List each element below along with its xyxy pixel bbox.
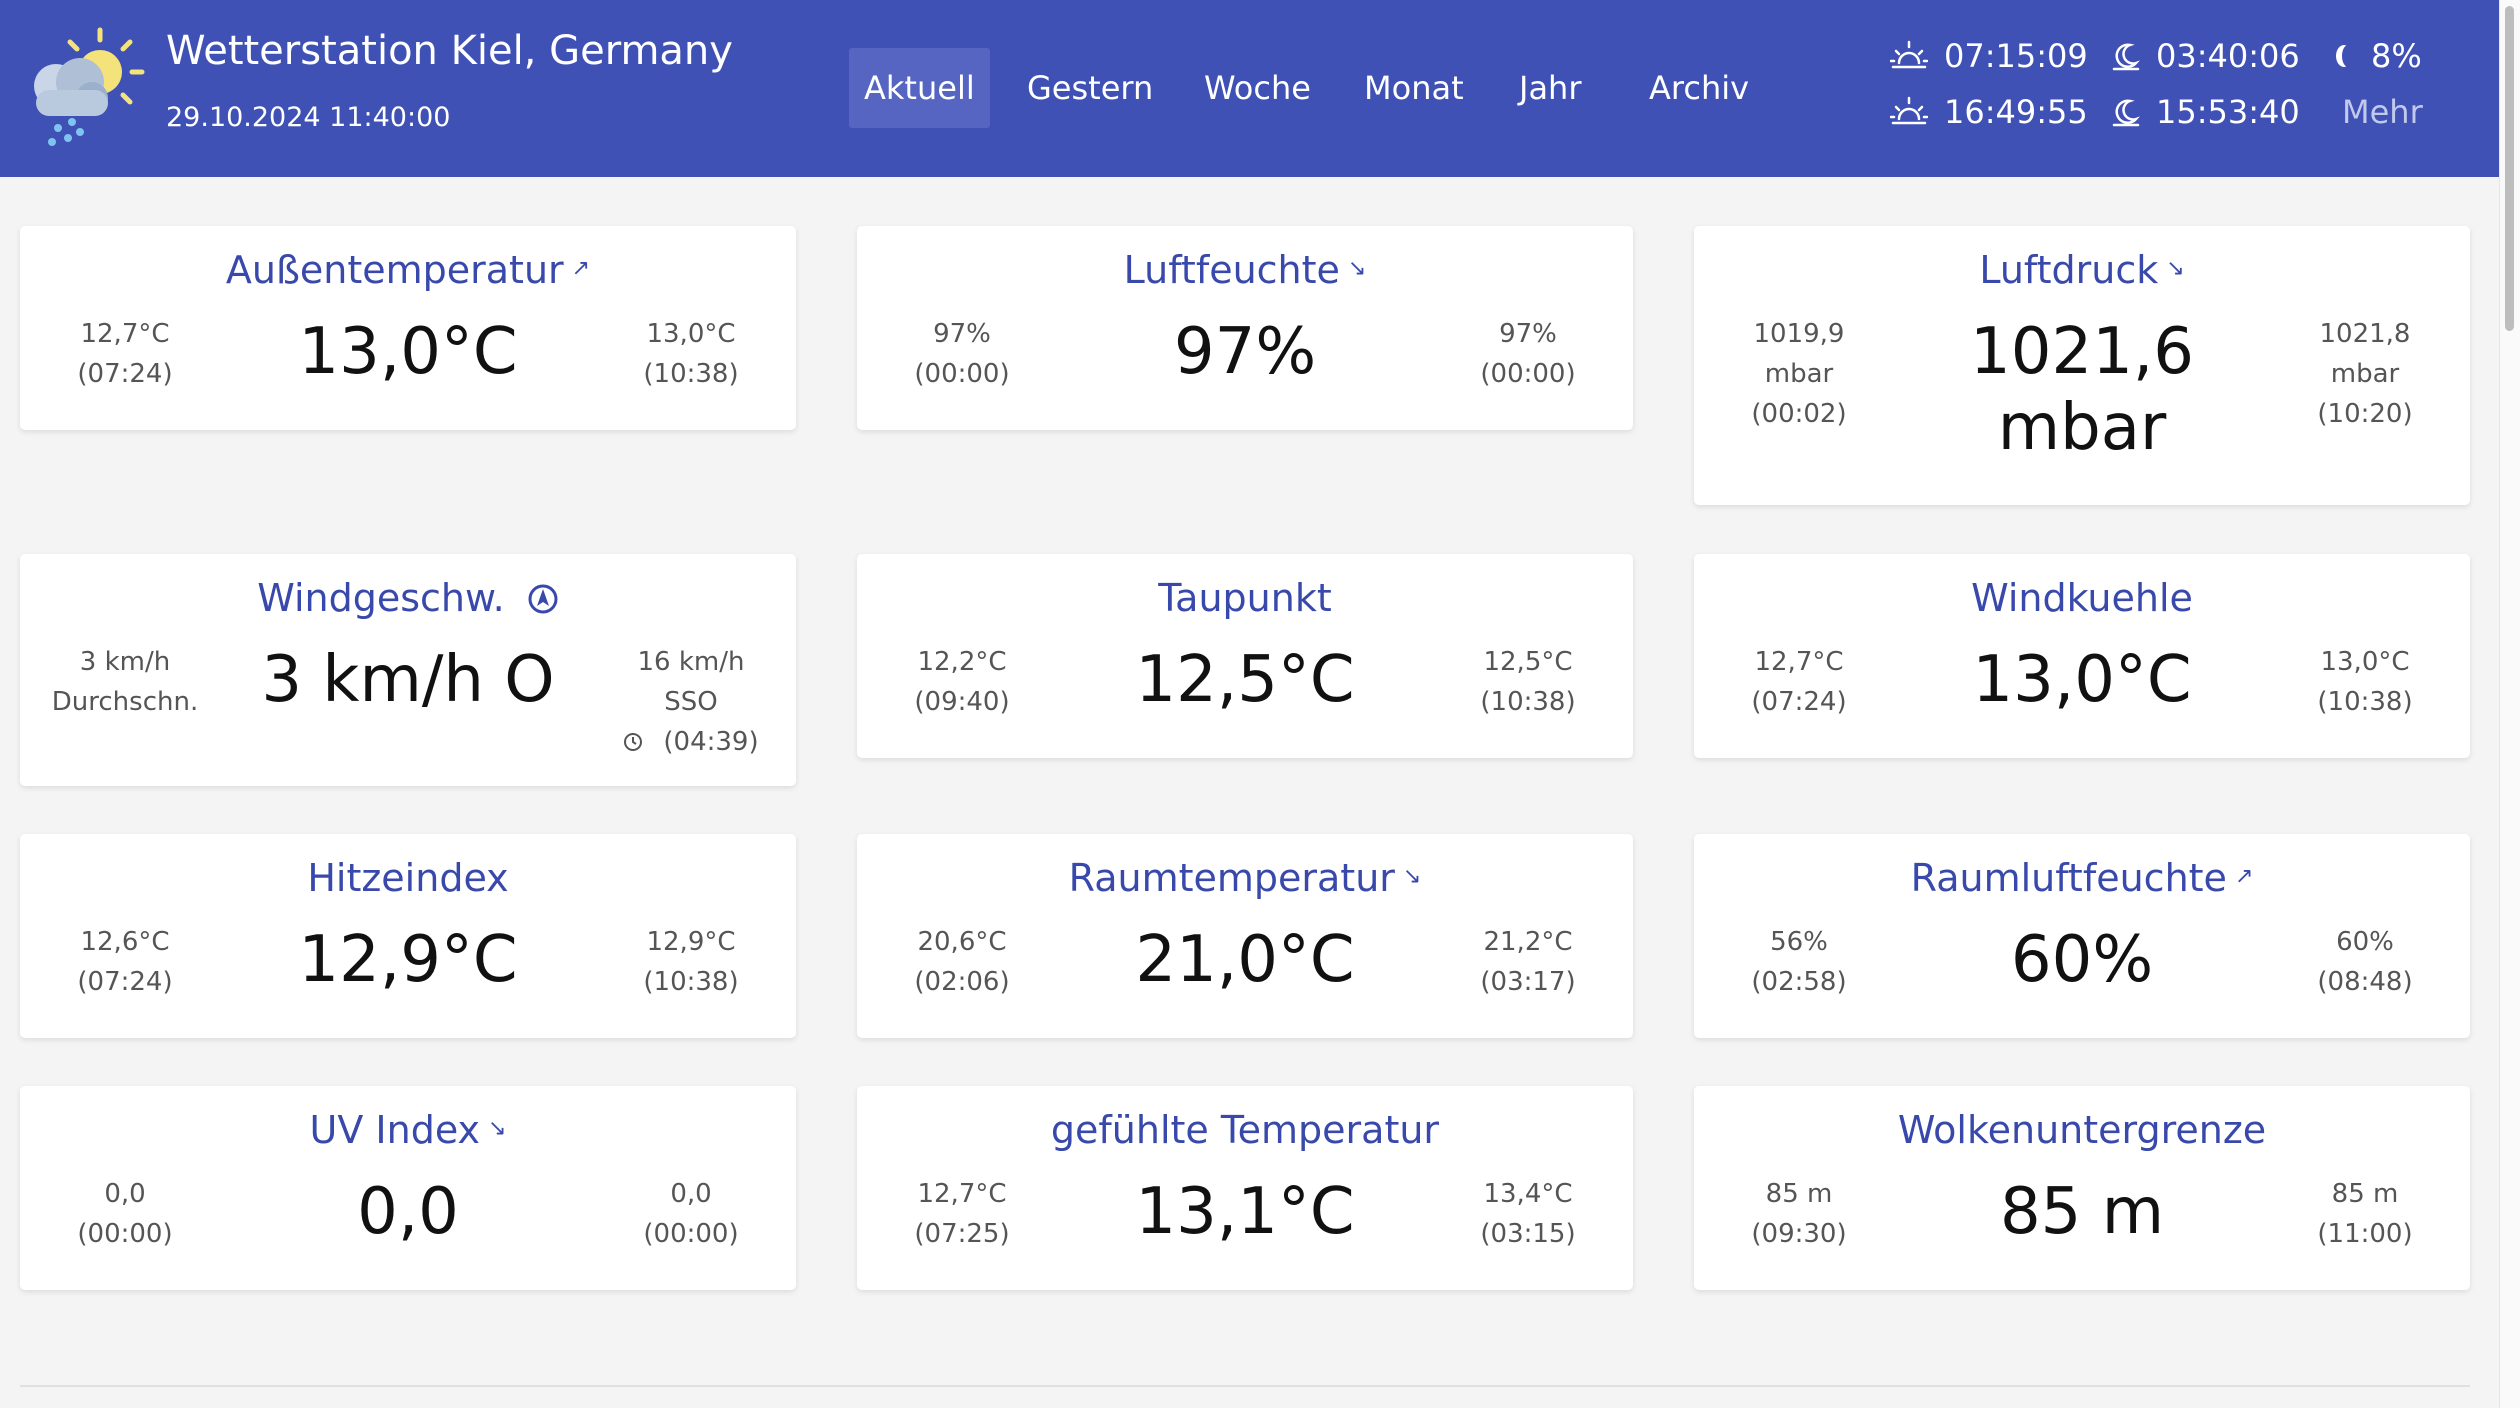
trend-down-icon: ↘ xyxy=(488,1116,507,1141)
trend-down-icon: ↘ xyxy=(1347,256,1367,281)
card-feels-like: gefühlte Temperatur 13,1°C 12,7°C (07:25)… xyxy=(857,1086,1633,1290)
nav-monat[interactable]: Monat xyxy=(1364,48,1464,128)
card-room-humidity: Raumluftfeuchte ↗ 60% 56% (02:58) 60% (08:4… xyxy=(1694,834,2470,1038)
card-average: 3 km/h Durchschn. xyxy=(51,647,199,717)
card-min: 97% (00:00) xyxy=(914,319,1010,389)
card-min: 12,7°C (07:24) xyxy=(1751,647,1847,717)
nav-archiv[interactable]: Archiv xyxy=(1649,48,1749,128)
nav-gestern[interactable]: Gestern xyxy=(1027,48,1153,128)
card-title: Hitzeindex xyxy=(307,856,509,900)
card-max: 16 km/h SSO (04:39) xyxy=(596,642,786,762)
card-heat-index: Hitzeindex 12,9°C 12,6°C (07:24) 12,9°C (1… xyxy=(20,834,796,1038)
card-title: Luftfeuchte ↘ xyxy=(1123,248,1367,292)
trend-up-icon: ↗ xyxy=(571,256,591,281)
moonrise: 03:40:06 xyxy=(2112,37,2300,75)
card-max: 13,0°C (10:38) xyxy=(643,319,739,389)
card-title: Luftdruck ↘ xyxy=(1979,248,2185,292)
moon-phase-value: 8% xyxy=(2371,37,2422,75)
moonset-icon xyxy=(2112,99,2140,127)
card-max: 0,0 (00:00) xyxy=(643,1179,739,1249)
card-cloud-base: Wolkenuntergrenze 85 m 85 m (09:30) 85 m(… xyxy=(1694,1086,2470,1290)
card-min: 0,0 (00:00) xyxy=(77,1179,173,1249)
trend-up-icon: ↗ xyxy=(2234,864,2254,889)
station-title: Wetterstation Kiel, Germany xyxy=(166,28,733,74)
compass-icon xyxy=(528,584,558,614)
scrollbar[interactable] xyxy=(2499,0,2520,1408)
card-title: UV Index ↘ xyxy=(309,1108,507,1152)
nav-aktuell[interactable]: Aktuell xyxy=(849,48,990,128)
card-air-pressure: Luftdruck ↘ 1021,6 mbar 1019,9 mbar (00:02) … xyxy=(1694,226,2470,505)
clock-icon xyxy=(624,733,643,751)
top-header: Wetterstation Kiel, Germany 29.10.2024 1… xyxy=(0,0,2500,177)
card-max: 12,9°C (10:38) xyxy=(643,927,739,997)
card-title: Windgeschw. xyxy=(20,576,796,620)
moon-phase: 8% xyxy=(2333,37,2422,75)
nav-jahr[interactable]: Jahr xyxy=(1519,48,1581,128)
card-outdoor-temperature: Außentemperatur ↗ 13,0°C 12,7°C (07:24) 13… xyxy=(20,226,796,430)
card-min: 85 m (09:30) xyxy=(1751,1179,1847,1249)
card-title: Raumtemperatur ↘ xyxy=(1068,856,1422,900)
card-max: 12,5°C (10:38) xyxy=(1480,647,1576,717)
card-title: Windkuehle xyxy=(1971,576,2193,620)
sunrise-icon xyxy=(1890,40,1928,69)
card-title: Wolkenuntergrenze xyxy=(1897,1108,2267,1152)
card-max: 13,4°C (03:15) xyxy=(1480,1179,1576,1249)
card-min: 12,7°C (07:24) xyxy=(77,319,173,389)
card-max: 60% (08:48) xyxy=(2317,927,2413,997)
divider xyxy=(20,1385,2470,1387)
cloud-sun-rain-icon xyxy=(34,27,145,146)
card-max: 85 m (11:00) xyxy=(2317,1179,2413,1249)
card-min: 1019,9 mbar (00:02) xyxy=(1751,319,1847,429)
card-wind-chill: Windkuehle 13,0°C 12,7°C (07:24) 13,0°C (1… xyxy=(1694,554,2470,758)
card-max: 1021,8 mbar (10:20) xyxy=(2317,319,2413,429)
sunset-icon xyxy=(1890,96,1928,125)
card-max: 21,2°C (03:17) xyxy=(1480,927,1576,997)
sunset: 16:49:55 xyxy=(1890,93,2088,131)
sunrise-time: 07:15:09 xyxy=(1944,37,2088,75)
scrollbar-thumb[interactable] xyxy=(2505,6,2514,331)
card-min: 56% (02:58) xyxy=(1751,927,1847,997)
trend-down-icon: ↘ xyxy=(1402,864,1422,889)
card-dew-point: Taupunkt 12,5°C 12,2°C (09:40) 12,5°C (10:… xyxy=(857,554,1633,758)
sunrise: 07:15:09 xyxy=(1890,37,2088,75)
sunset-time: 16:49:55 xyxy=(1944,93,2088,131)
station-datetime: 29.10.2024 11:40:00 xyxy=(166,102,451,133)
more-link[interactable]: Mehr xyxy=(2342,93,2423,131)
card-room-temperature: Raumtemperatur ↘ 21,0°C 20,6°C (02:06) 21,… xyxy=(857,834,1633,1038)
card-title: Raumluftfeuchte ↗ xyxy=(1910,856,2254,900)
card-min: 12,7°C (07:25) xyxy=(914,1179,1010,1249)
card-title: gefühlte Temperatur xyxy=(1050,1108,1440,1152)
card-min: 12,6°C (07:24) xyxy=(77,927,173,997)
card-uv-index: UV Index ↘ 0,0 0,0 (00:00) 0,0 (00:00) xyxy=(20,1086,796,1290)
card-title: Außentemperatur ↗ xyxy=(225,248,591,292)
card-min: 12,2°C (09:40) xyxy=(914,647,1010,717)
card-wind-speed: Windgeschw. 3 km/h O 3 km/h Durchschn. 16… xyxy=(20,554,796,786)
card-max: 97% (00:00) xyxy=(1480,319,1576,389)
moonrise-icon xyxy=(2112,43,2140,71)
nav-woche[interactable]: Woche xyxy=(1204,48,1311,128)
card-humidity: Luftfeuchte ↘ 97% 97% (00:00) 97% (00:00) xyxy=(857,226,1633,430)
card-min: 20,6°C (02:06) xyxy=(914,927,1010,997)
trend-down-icon: ↘ xyxy=(2166,256,2185,281)
moon-phase-icon xyxy=(2336,45,2354,67)
card-title: Taupunkt xyxy=(1158,576,1332,620)
moonrise-time: 03:40:06 xyxy=(2156,37,2300,75)
moonset-time: 15:53:40 xyxy=(2156,93,2300,131)
moonset: 15:53:40 xyxy=(2112,93,2300,131)
card-max: 13,0°C (10:38) xyxy=(2317,647,2413,717)
